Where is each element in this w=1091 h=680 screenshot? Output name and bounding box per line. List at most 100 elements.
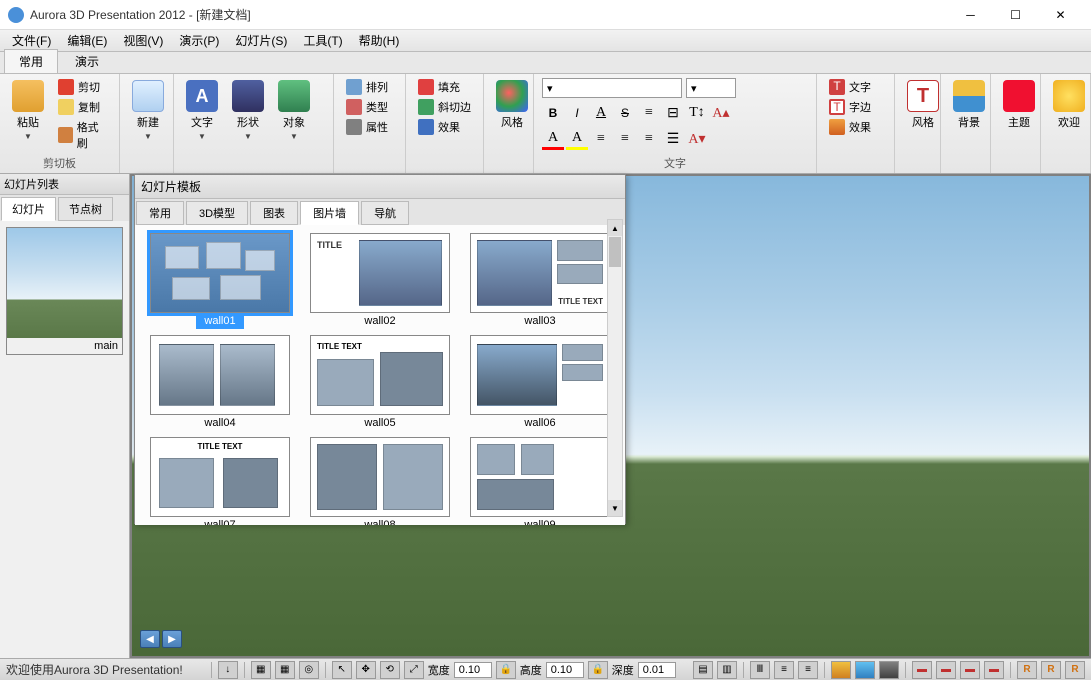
maximize-button[interactable]: ☐	[993, 1, 1038, 29]
ribbon-tab-present[interactable]: 演示	[60, 49, 114, 73]
status-r3[interactable]: R	[1065, 661, 1085, 679]
height-lock-button[interactable]: 🔒	[588, 661, 608, 679]
status-dist-1[interactable]: ▬	[912, 661, 932, 679]
object-button[interactable]: 对象▼	[274, 78, 314, 143]
menu-present[interactable]: 演示(P)	[171, 30, 227, 51]
slide-thumbnail[interactable]: main	[6, 227, 123, 355]
nav-prev-button[interactable]: ◀	[140, 630, 160, 648]
arrange-button[interactable]: 排列	[342, 78, 392, 96]
ribbon-tab-common[interactable]: 常用	[4, 49, 58, 73]
font-size-combo[interactable]: ▾	[686, 78, 736, 98]
template-item[interactable]: TITLE TEXTwall03	[463, 233, 617, 329]
align-left-button[interactable]: ≡	[590, 128, 612, 150]
template-scrollbar[interactable]: ▲ ▼	[607, 219, 623, 517]
menu-edit[interactable]: 编辑(E)	[59, 30, 115, 51]
status-align-2[interactable]: ≡	[774, 661, 794, 679]
status-btn-1[interactable]: ↓	[218, 661, 238, 679]
status-dist-4[interactable]: ▬	[984, 661, 1004, 679]
status-tool-a[interactable]: ▤	[693, 661, 713, 679]
depth-value[interactable]: 0.01	[638, 662, 676, 678]
align-center-button[interactable]: ≡	[614, 128, 636, 150]
menu-tools[interactable]: 工具(T)	[295, 30, 350, 51]
status-dist-3[interactable]: ▬	[960, 661, 980, 679]
strike-button[interactable]: S	[614, 102, 636, 124]
template-tab-3dmodel[interactable]: 3D模型	[186, 201, 248, 225]
template-tab-common[interactable]: 常用	[136, 201, 184, 225]
text-grid-style-button[interactable]: T风格	[903, 78, 943, 132]
status-r1[interactable]: R	[1017, 661, 1037, 679]
type-button[interactable]: 类型	[342, 98, 392, 116]
height-value[interactable]: 0.10	[546, 662, 584, 678]
text-effect-button[interactable]: 效果	[825, 118, 875, 136]
text-button[interactable]: A文字▼	[182, 78, 222, 143]
scroll-thumb[interactable]	[609, 237, 621, 267]
bold-button[interactable]: B	[542, 102, 564, 124]
shape-button[interactable]: 形状▼	[228, 78, 268, 143]
status-color-3[interactable]	[879, 661, 899, 679]
format-brush-button[interactable]: 格式刷	[54, 118, 111, 152]
fill-button[interactable]: 填充	[414, 78, 475, 96]
theme-button[interactable]: 主题	[999, 78, 1039, 132]
cut-button[interactable]: 剪切	[54, 78, 111, 96]
status-rotate-button[interactable]: ⟲	[380, 661, 400, 679]
status-btn-4[interactable]: ◎	[299, 661, 319, 679]
status-btn-3[interactable]: ▦	[275, 661, 295, 679]
template-item[interactable]: TITLE TEXTwall07	[143, 437, 297, 525]
bevel-button[interactable]: 斜切边	[414, 98, 475, 116]
status-r2[interactable]: R	[1041, 661, 1061, 679]
menu-help[interactable]: 帮助(H)	[351, 30, 408, 51]
status-scale-button[interactable]: ⤢	[404, 661, 424, 679]
status-color-2[interactable]	[855, 661, 875, 679]
minimize-button[interactable]: ─	[948, 1, 993, 29]
align-h-button[interactable]: ≡	[638, 102, 660, 124]
background-button[interactable]: 背景	[949, 78, 989, 132]
status-align-1[interactable]: Ⅲ	[750, 661, 770, 679]
nav-next-button[interactable]: ▶	[162, 630, 182, 648]
font-color-button[interactable]: A	[542, 128, 564, 150]
status-dist-2[interactable]: ▬	[936, 661, 956, 679]
tab-node-tree[interactable]: 节点树	[58, 197, 113, 221]
status-color-1[interactable]	[831, 661, 851, 679]
new-button[interactable]: 新建 ▼	[128, 78, 168, 143]
font-family-combo[interactable]: ▾	[542, 78, 682, 98]
close-button[interactable]: ✕	[1038, 1, 1083, 29]
template-tab-chart[interactable]: 图表	[250, 201, 298, 225]
list-button[interactable]: ☰	[662, 128, 684, 150]
welcome-button[interactable]: 欢迎	[1049, 78, 1089, 132]
menu-view[interactable]: 视图(V)	[115, 30, 171, 51]
tab-slides[interactable]: 幻灯片	[1, 197, 56, 221]
align-right-button[interactable]: ≡	[638, 128, 660, 150]
property-button[interactable]: 属性	[342, 118, 392, 136]
paste-button[interactable]: 粘贴 ▼	[8, 78, 48, 143]
decrease-size-button[interactable]: A▾	[686, 128, 708, 150]
scroll-down-button[interactable]: ▼	[608, 500, 622, 516]
template-item[interactable]: TITLEwall02	[303, 233, 457, 329]
text-style-button[interactable]: T文字	[825, 78, 875, 96]
status-tool-b[interactable]: ▥	[717, 661, 737, 679]
status-move-button[interactable]: ✥	[356, 661, 376, 679]
scroll-up-button[interactable]: ▲	[608, 220, 622, 236]
status-btn-2[interactable]: ▦	[251, 661, 271, 679]
template-item[interactable]: wall06	[463, 335, 617, 431]
fontface-button[interactable]: A	[590, 102, 612, 124]
template-item[interactable]: wall09	[463, 437, 617, 525]
status-cursor-button[interactable]: ↖	[332, 661, 352, 679]
width-lock-button[interactable]: 🔒	[496, 661, 516, 679]
template-item[interactable]: TITLE TEXTwall05	[303, 335, 457, 431]
template-item[interactable]: wall08	[303, 437, 457, 525]
width-value[interactable]: 0.10	[454, 662, 492, 678]
menu-file[interactable]: 文件(F)	[4, 30, 59, 51]
italic-button[interactable]: I	[566, 102, 588, 124]
template-item[interactable]: wall01	[143, 233, 297, 329]
effect-button[interactable]: 效果	[414, 118, 475, 136]
template-item[interactable]: wall04	[143, 335, 297, 431]
copy-button[interactable]: 复制	[54, 98, 111, 116]
template-tab-nav[interactable]: 导航	[361, 201, 409, 225]
style-button[interactable]: 风格	[492, 78, 532, 132]
text-border-button[interactable]: T字边	[825, 98, 875, 116]
highlight-button[interactable]: A	[566, 128, 588, 150]
increase-size-button[interactable]: A▴	[710, 102, 732, 124]
status-align-3[interactable]: ≡	[798, 661, 818, 679]
spacing-button[interactable]: T↕	[686, 102, 708, 124]
template-tab-picwall[interactable]: 图片墙	[300, 201, 359, 225]
